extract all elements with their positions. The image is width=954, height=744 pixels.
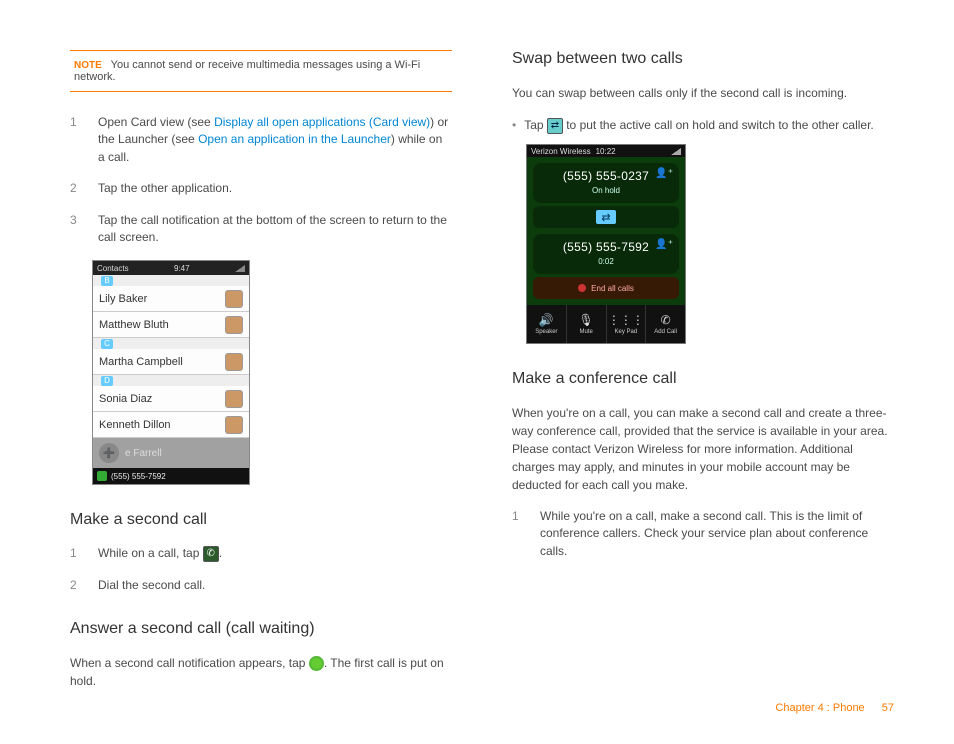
swap-icon: ⇄ (547, 118, 563, 134)
avatar (225, 390, 243, 408)
right-column: Swap between two calls You can swap betw… (512, 50, 894, 704)
answer-call-icon (309, 656, 324, 671)
bullet-icon: • (512, 116, 516, 134)
keypad-icon: ⋮⋮⋮ (608, 313, 644, 327)
list-item: Matthew Bluth (93, 312, 249, 338)
list-item: Sonia Diaz (93, 386, 249, 412)
call-number: (555) 555-7592 (539, 240, 673, 254)
call-notification: (555) 555-7592 (93, 468, 249, 484)
step-number: 3 (70, 212, 80, 247)
para-answer-second: When a second call notification appears,… (70, 654, 452, 690)
call-card-1: 👤⁺ (555) 555-0237 On hold (533, 163, 679, 203)
step-number: 2 (70, 180, 80, 197)
para-conference: When you're on a call, you can make a se… (512, 404, 894, 494)
note-label: NOTE (74, 60, 102, 71)
call-card-2: 👤⁺ (555) 555-7592 0:02 (533, 234, 679, 274)
step-text: Tap the call notification at the bottom … (98, 212, 452, 247)
dialpad-icon: ✆ (203, 546, 219, 562)
status-time: 10:22 (596, 147, 616, 156)
call-button-row: 🔊Speaker 🎙Mute ⋮⋮⋮Key Pad ✆Add Call (527, 305, 685, 343)
list-item: Martha Campbell (93, 349, 249, 375)
carrier-label: Verizon Wireless (531, 147, 591, 156)
call-number: (555) 555-0237 (539, 169, 673, 183)
avatar (225, 416, 243, 434)
signal-icon (671, 148, 681, 155)
chapter-label: Chapter 4 : Phone (775, 702, 864, 714)
page-number: 57 (882, 702, 894, 714)
list-item: Lily Baker (93, 286, 249, 312)
steps-second-call: 1 While on a call, tap ✆. 2 Dial the sec… (70, 545, 452, 594)
link-card-view[interactable]: Display all open applications (Card view… (214, 115, 430, 129)
heading-conference-call: Make a conference call (512, 370, 894, 388)
note-text: You cannot send or receive multimedia me… (74, 59, 420, 83)
add-caller-icon: 👤⁺ (655, 168, 673, 179)
end-call-icon (578, 284, 586, 292)
heading-answer-second-call: Answer a second call (call waiting) (70, 620, 452, 638)
list-item: Kenneth Dillon (93, 412, 249, 438)
add-caller-icon: 👤⁺ (655, 239, 673, 250)
fig-header-app: Contacts (97, 264, 129, 273)
fig-header-time: 9:47 (174, 264, 190, 273)
speaker-icon: 🔊 (539, 313, 554, 327)
avatar (225, 316, 243, 334)
speaker-button: 🔊Speaker (527, 305, 566, 343)
keypad-button: ⋮⋮⋮Key Pad (606, 305, 646, 343)
letter-badge: C (101, 339, 113, 349)
steps-conference: 1 While you're on a call, make a second … (512, 508, 894, 560)
left-column: NOTE You cannot send or receive multimed… (70, 50, 452, 704)
swap-icon: ⇄ (596, 210, 616, 224)
add-contact-icon: ➕ (99, 443, 119, 463)
signal-icon (235, 265, 245, 272)
step-text: Open Card view (see Display all open app… (98, 114, 452, 166)
call-duration: 0:02 (539, 257, 673, 266)
letter-badge: B (101, 276, 113, 286)
step-text: Dial the second call. (98, 577, 452, 594)
mute-icon: 🎙 (579, 313, 594, 327)
bullet-swap: • Tap ⇄ to put the active call on hold a… (512, 116, 894, 134)
heading-swap-calls: Swap between two calls (512, 50, 894, 68)
page-footer: Chapter 4 : Phone 57 (775, 702, 894, 714)
avatar (225, 353, 243, 371)
link-launcher[interactable]: Open an application in the Launcher (198, 132, 391, 146)
phone-icon (97, 471, 107, 481)
figure-in-call: Verizon Wireless 10:22 👤⁺ (555) 555-0237… (526, 144, 894, 344)
end-all-calls-button: End all calls (533, 277, 679, 299)
step-text: Tap the other application. (98, 180, 452, 197)
swap-button: ⇄ (533, 206, 679, 228)
steps-open-card: 1 Open Card view (see Display all open a… (70, 114, 452, 246)
dimmed-row: ➕ e Farrell (93, 438, 249, 468)
add-call-button: ✆Add Call (645, 305, 685, 343)
figure-contacts: Contacts 9:47 B Lily Baker Matthew Bluth… (92, 260, 452, 485)
step-number: 1 (70, 545, 80, 562)
letter-badge: D (101, 376, 113, 386)
step-text: While you're on a call, make a second ca… (540, 508, 894, 560)
para-swap: You can swap between calls only if the s… (512, 84, 894, 102)
mute-button: 🎙Mute (566, 305, 606, 343)
add-call-icon: ✆ (661, 313, 671, 327)
heading-make-second-call: Make a second call (70, 511, 452, 529)
step-number: 1 (70, 114, 80, 166)
avatar (225, 290, 243, 308)
step-number: 1 (512, 508, 522, 560)
step-text: While on a call, tap ✆. (98, 545, 452, 562)
call-status: On hold (539, 186, 673, 195)
step-number: 2 (70, 577, 80, 594)
note-box: NOTE You cannot send or receive multimed… (70, 50, 452, 92)
